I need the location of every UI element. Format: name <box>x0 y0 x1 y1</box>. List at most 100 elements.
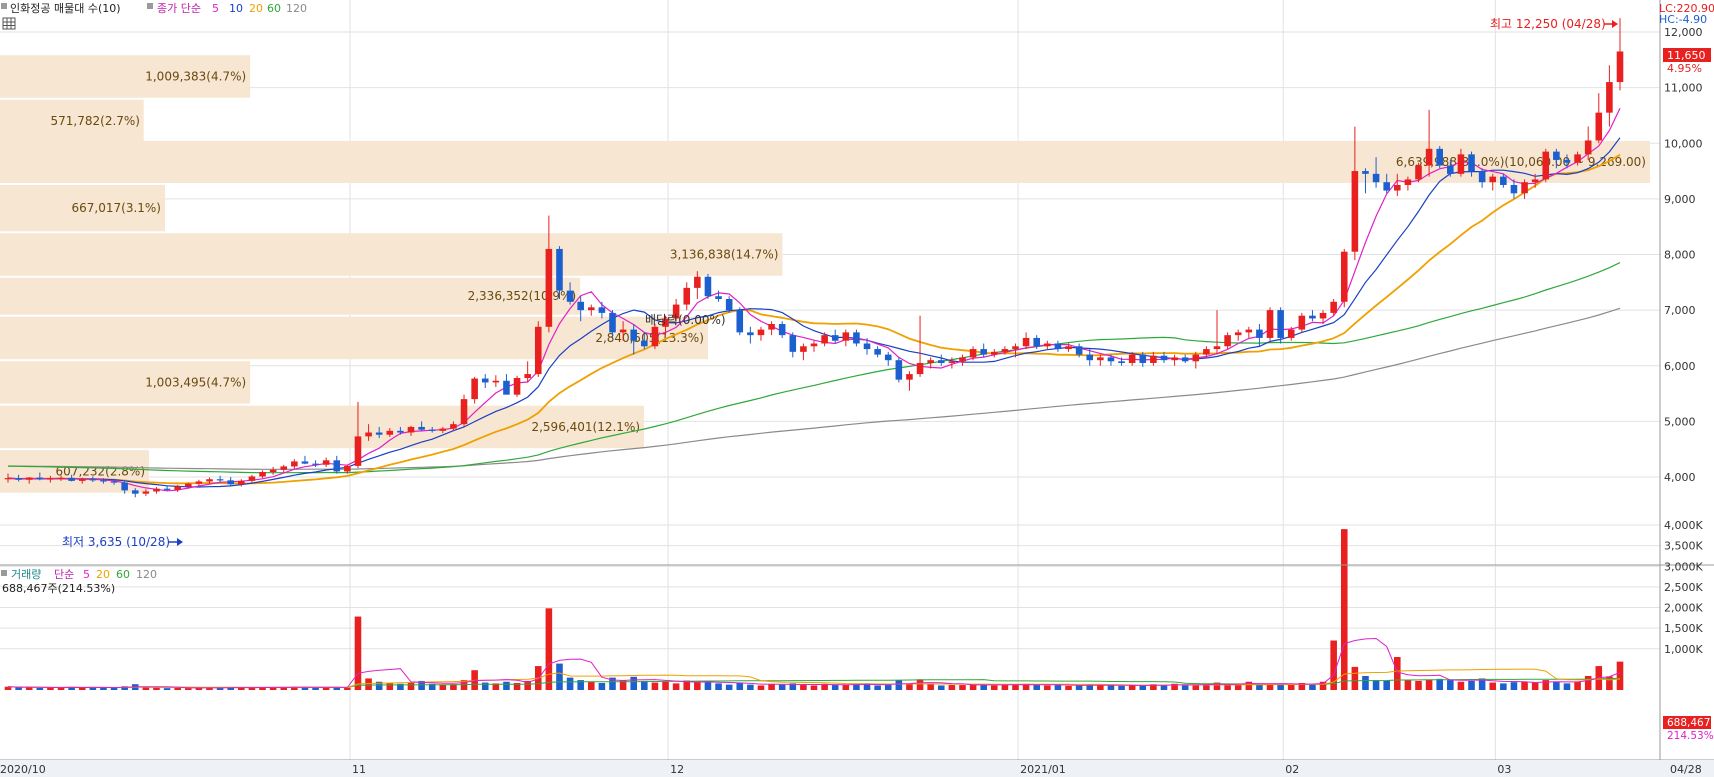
candle-body <box>333 460 341 472</box>
volume-bar <box>185 688 192 690</box>
candle-body <box>25 477 33 480</box>
candle-body <box>1404 179 1412 185</box>
candle-body <box>418 426 425 430</box>
volume-bar <box>174 687 181 690</box>
candle-body <box>959 357 966 362</box>
price-tick-label: 4,000 <box>1664 471 1696 484</box>
volume-bar <box>672 683 680 690</box>
volume-bar <box>715 683 722 690</box>
candle-body <box>354 436 362 466</box>
volume-bar <box>1340 529 1348 690</box>
candle-body <box>1563 159 1571 163</box>
candle-body <box>609 312 616 333</box>
candle-body <box>1531 179 1539 183</box>
candle-body <box>1203 349 1210 355</box>
candle-body <box>1394 184 1401 191</box>
candle-body <box>1256 329 1263 338</box>
volume-bar <box>1118 685 1125 690</box>
volume-bar <box>1054 685 1062 690</box>
candle-body <box>375 432 383 435</box>
volume-profile-label: 2,596,401(12.1%) <box>531 420 640 434</box>
ma20-label: 20 <box>249 2 263 15</box>
ma-toggle-icon[interactable] <box>147 3 153 9</box>
candle-body <box>895 360 903 380</box>
candle-body <box>534 326 542 375</box>
candle-body <box>651 326 659 347</box>
volume-bar <box>1553 681 1560 690</box>
legend-toggle-icon[interactable] <box>1 3 7 9</box>
candle-body <box>1372 173 1380 183</box>
candle-body <box>1224 335 1231 347</box>
candle-body <box>68 477 75 481</box>
volume-bar <box>163 688 171 690</box>
volume-toggle-icon[interactable] <box>1 570 7 576</box>
low-annotation: 최저 3,635 (10/28) <box>62 535 183 549</box>
candle-body <box>821 335 828 344</box>
candle-body <box>174 486 181 490</box>
candle-body <box>513 377 521 395</box>
volume-title[interactable]: 거래량 <box>11 568 41 581</box>
candle-body <box>312 463 319 465</box>
candle-body <box>831 335 839 341</box>
ma-label[interactable]: 종가 단순 <box>157 2 201 15</box>
candle-body <box>269 469 277 472</box>
last-change-label: 4.95% <box>1667 62 1702 75</box>
volume-bar <box>630 676 637 690</box>
volume-bar <box>747 684 754 690</box>
volume-bar <box>1287 685 1295 690</box>
candle-body <box>100 480 107 482</box>
candle-body <box>524 374 531 378</box>
candle-body <box>1340 251 1348 302</box>
candle-body <box>1171 357 1178 361</box>
volume-bar <box>874 685 881 690</box>
price-legend: 인화정공 매물대 수(10) 종가 단순 5 10 20 60 120 <box>1 2 307 30</box>
candle-body <box>1054 343 1062 350</box>
candle-body <box>1478 171 1486 183</box>
table-icon[interactable] <box>2 17 16 30</box>
volume-tick-label: 4,000K <box>1664 519 1703 532</box>
candle-body <box>884 354 892 361</box>
volume-bar <box>1256 684 1263 690</box>
candle-body <box>195 481 203 484</box>
volume-bar <box>1383 680 1390 690</box>
candle-body <box>121 482 128 491</box>
candle-body <box>906 374 913 380</box>
candle-body <box>1097 357 1104 361</box>
volume-bar <box>969 684 977 690</box>
volume-bars <box>4 529 1624 690</box>
candle-body <box>397 430 404 433</box>
candle-body <box>704 276 712 297</box>
candle-body <box>216 479 224 481</box>
volume-bar <box>1351 666 1359 690</box>
candle-body <box>619 329 627 333</box>
volume-legend: 거래량 단순 5 20 60 120 688,467주(214.53%) <box>1 568 157 595</box>
volume-bar <box>481 682 489 690</box>
candle-body <box>1521 182 1528 194</box>
volume-bar <box>704 681 712 690</box>
candle-body <box>280 466 288 470</box>
candle-body <box>1001 349 1009 352</box>
volume-bar <box>937 685 945 690</box>
candle-body <box>1447 165 1454 174</box>
candle-body <box>874 349 881 355</box>
chart-canvas[interactable]: 1,009,383(4.7%)571,782(2.7%)6,639,988(31… <box>0 0 1714 777</box>
candle-body <box>948 361 956 363</box>
volume-bar <box>810 685 818 690</box>
indicator-title[interactable]: 인화정공 매물대 수(10) <box>10 2 121 15</box>
volume-bar <box>757 685 765 690</box>
volume-ma-label: 단순 <box>54 568 74 581</box>
candle-body <box>248 476 256 481</box>
candle-body <box>301 461 309 464</box>
volume-bar <box>768 683 775 690</box>
ma10-label: 10 <box>229 2 243 15</box>
volume-bar <box>503 681 510 690</box>
candle-body <box>1118 361 1125 363</box>
volume-bar <box>36 687 44 690</box>
candle-body <box>365 432 372 437</box>
candle-body <box>1595 112 1603 141</box>
candle-body <box>1139 354 1147 363</box>
volume-bar <box>1372 680 1380 690</box>
candle-body <box>460 399 468 425</box>
candle-body <box>1298 315 1306 330</box>
candle-body <box>386 430 394 435</box>
